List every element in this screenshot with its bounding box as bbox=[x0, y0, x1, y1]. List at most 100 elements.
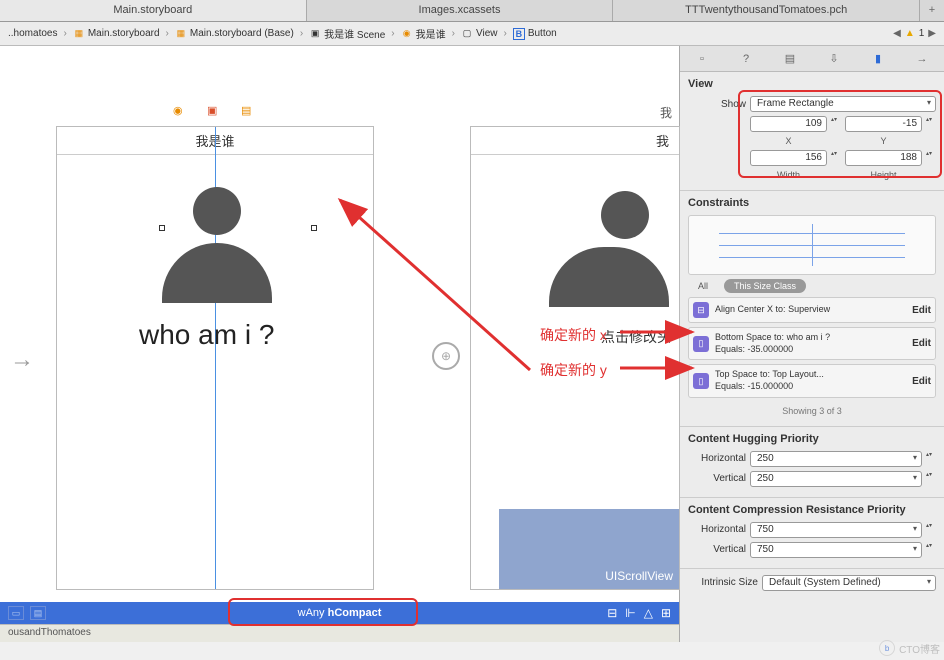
inspector-tabs: ▫ ? ▤ ⇩ ▮ → bbox=[680, 46, 944, 72]
comp-vertical[interactable]: 750 bbox=[750, 542, 922, 558]
scene-primary[interactable]: 我是谁 who am i ? bbox=[56, 126, 374, 590]
nav-back-icon[interactable]: ◀ bbox=[893, 28, 901, 39]
breadcrumb: ..homatoes› ▦Main.storyboard› ▦Main.stor… bbox=[0, 22, 944, 46]
selection-handle[interactable] bbox=[311, 225, 317, 231]
hugging-heading: Content Hugging Priority bbox=[688, 433, 936, 445]
file-tabs: Main.storyboard Images.xcassets TTTwenty… bbox=[0, 0, 944, 22]
constraints-heading: Constraints bbox=[688, 197, 936, 209]
file-inspector-icon[interactable]: ▫ bbox=[694, 51, 710, 67]
first-responder-icon[interactable]: ▣ bbox=[207, 104, 223, 120]
comp-h-stepper[interactable]: ▴▾ bbox=[926, 522, 936, 538]
intrinsic-select[interactable]: Default (System Defined) bbox=[762, 575, 936, 591]
y-field[interactable]: -15 bbox=[845, 116, 922, 132]
pill-all[interactable]: All bbox=[688, 279, 718, 293]
constraint-align-center-x[interactable]: ⊟ Align Center X to: Superview Edit bbox=[688, 297, 936, 323]
constraint-bottom-space[interactable]: ▯ Bottom Space to: who am i ?Equals: -35… bbox=[688, 327, 936, 360]
storyboard-icon: ▦ bbox=[175, 28, 187, 40]
bc-scene[interactable]: ▣我是谁 Scene bbox=[305, 26, 389, 41]
bc-view[interactable]: ▢View bbox=[457, 28, 502, 40]
resize-icon[interactable]: ⊞ bbox=[661, 606, 671, 620]
tab-storyboard[interactable]: Main.storyboard bbox=[0, 0, 307, 21]
width-stepper[interactable]: ▴▾ bbox=[831, 150, 841, 166]
identity-inspector-icon[interactable]: ▤ bbox=[782, 51, 798, 67]
pill-this-size-class[interactable]: This Size Class bbox=[724, 279, 806, 293]
controller-icon[interactable]: ◉ bbox=[173, 104, 189, 120]
w-sublabel: Width bbox=[750, 170, 827, 180]
x-sublabel: X bbox=[750, 136, 827, 146]
bc-storyboard-base[interactable]: ▦Main.storyboard (Base) bbox=[171, 28, 298, 40]
segue-icon[interactable]: ⊕ bbox=[432, 342, 460, 370]
scene2-label: 点击修改头 bbox=[601, 327, 671, 347]
vert-label: Vertical bbox=[688, 473, 746, 484]
scrollview-label: UIScrollView bbox=[499, 509, 679, 589]
comp-v-stepper[interactable]: ▴▾ bbox=[926, 542, 936, 558]
show-select[interactable]: Frame Rectangle bbox=[750, 96, 936, 112]
comp-horizontal[interactable]: 750 bbox=[750, 522, 922, 538]
spacing-icon: ▯ bbox=[693, 373, 709, 389]
bc-button[interactable]: BButton bbox=[509, 28, 561, 40]
scene2-title: 我 bbox=[471, 127, 679, 155]
constraint-top-space[interactable]: ▯ Top Space to: Top Layout...Equals: -15… bbox=[688, 364, 936, 397]
size-inspector-icon[interactable]: ▮ bbox=[870, 51, 886, 67]
hug-vertical[interactable]: 250 bbox=[750, 471, 922, 487]
bc-project[interactable]: ..homatoes bbox=[4, 28, 61, 39]
tab-pch[interactable]: TTTwentythousandTomatoes.pch bbox=[613, 0, 920, 21]
bc-storyboard[interactable]: ▦Main.storyboard bbox=[69, 28, 164, 40]
scene-secondary[interactable]: 我 点击修改头 UIScrollView bbox=[470, 126, 680, 590]
height-field[interactable]: 188 bbox=[845, 150, 922, 166]
edit-button[interactable]: Edit bbox=[912, 305, 931, 316]
spacing-icon: ▯ bbox=[693, 336, 709, 352]
constraint-diagram[interactable] bbox=[688, 215, 936, 275]
horiz-label: Horizontal bbox=[688, 453, 746, 464]
hug-v-stepper[interactable]: ▴▾ bbox=[926, 471, 936, 487]
controller-icon: ◉ bbox=[401, 28, 413, 40]
align-icon: ⊟ bbox=[693, 302, 709, 318]
scene-toolbar: ◉ ▣ ▤ bbox=[56, 100, 374, 124]
who-label[interactable]: who am i ? bbox=[139, 319, 274, 351]
showing-count: Showing 3 of 3 bbox=[688, 402, 936, 420]
hug-h-stepper[interactable]: ▴▾ bbox=[926, 451, 936, 467]
avatar-image-2 bbox=[529, 191, 669, 307]
horiz-label: Horizontal bbox=[688, 524, 746, 535]
scene2-tab: 我 bbox=[470, 104, 680, 121]
connections-inspector-icon[interactable]: → bbox=[914, 51, 930, 67]
width-field[interactable]: 156 bbox=[750, 150, 827, 166]
edit-button[interactable]: Edit bbox=[912, 376, 931, 387]
status-bar: ousandThomatoes bbox=[0, 624, 679, 642]
help-inspector-icon[interactable]: ? bbox=[738, 51, 754, 67]
x-field[interactable]: 109 bbox=[750, 116, 827, 132]
warning-count: 1 bbox=[919, 28, 925, 39]
watermark: b CTO博客 bbox=[879, 640, 940, 656]
size-class-bar: ▭ ▤ wAny hCompact ⊟ ⊩ △ ⊞ bbox=[0, 602, 679, 624]
x-stepper[interactable]: ▴▾ bbox=[831, 116, 841, 132]
layout-toggle-icon[interactable]: ▤ bbox=[30, 606, 46, 620]
canvas-back-icon[interactable]: → bbox=[10, 346, 34, 374]
edit-button[interactable]: Edit bbox=[912, 338, 931, 349]
h-sublabel: Height bbox=[845, 170, 922, 180]
intrinsic-label: Intrinsic Size bbox=[688, 577, 758, 588]
button-icon: B bbox=[513, 28, 525, 40]
tab-xcassets[interactable]: Images.xcassets bbox=[307, 0, 614, 21]
selection-handle[interactable] bbox=[159, 225, 165, 231]
annotation-x: 确定新的 x bbox=[540, 325, 607, 345]
view-icon: ▢ bbox=[461, 28, 473, 40]
resolve-icon[interactable]: △ bbox=[644, 606, 653, 620]
nav-fwd-icon[interactable]: ▶ bbox=[928, 28, 936, 39]
size-class-control[interactable]: wAny hCompact bbox=[298, 607, 382, 619]
warning-icon[interactable]: ▲ bbox=[905, 28, 915, 39]
y-stepper[interactable]: ▴▾ bbox=[926, 116, 936, 132]
y-sublabel: Y bbox=[845, 136, 922, 146]
outline-toggle-icon[interactable]: ▭ bbox=[8, 606, 24, 620]
tab-add[interactable]: + bbox=[920, 0, 944, 21]
exit-icon[interactable]: ▤ bbox=[241, 104, 257, 120]
align-icon[interactable]: ⊟ bbox=[607, 606, 617, 620]
attributes-inspector-icon[interactable]: ⇩ bbox=[826, 51, 842, 67]
height-stepper[interactable]: ▴▾ bbox=[926, 150, 936, 166]
hug-horizontal[interactable]: 250 bbox=[750, 451, 922, 467]
bc-controller[interactable]: ◉我是谁 bbox=[397, 26, 450, 41]
watermark-icon: b bbox=[879, 640, 895, 656]
inspector-panel: ▫ ? ▤ ⇩ ▮ → View Show Frame Rectangle 10… bbox=[680, 46, 944, 642]
pin-icon[interactable]: ⊩ bbox=[625, 606, 635, 620]
show-label: Show bbox=[688, 99, 746, 110]
avatar-image[interactable] bbox=[157, 187, 277, 307]
